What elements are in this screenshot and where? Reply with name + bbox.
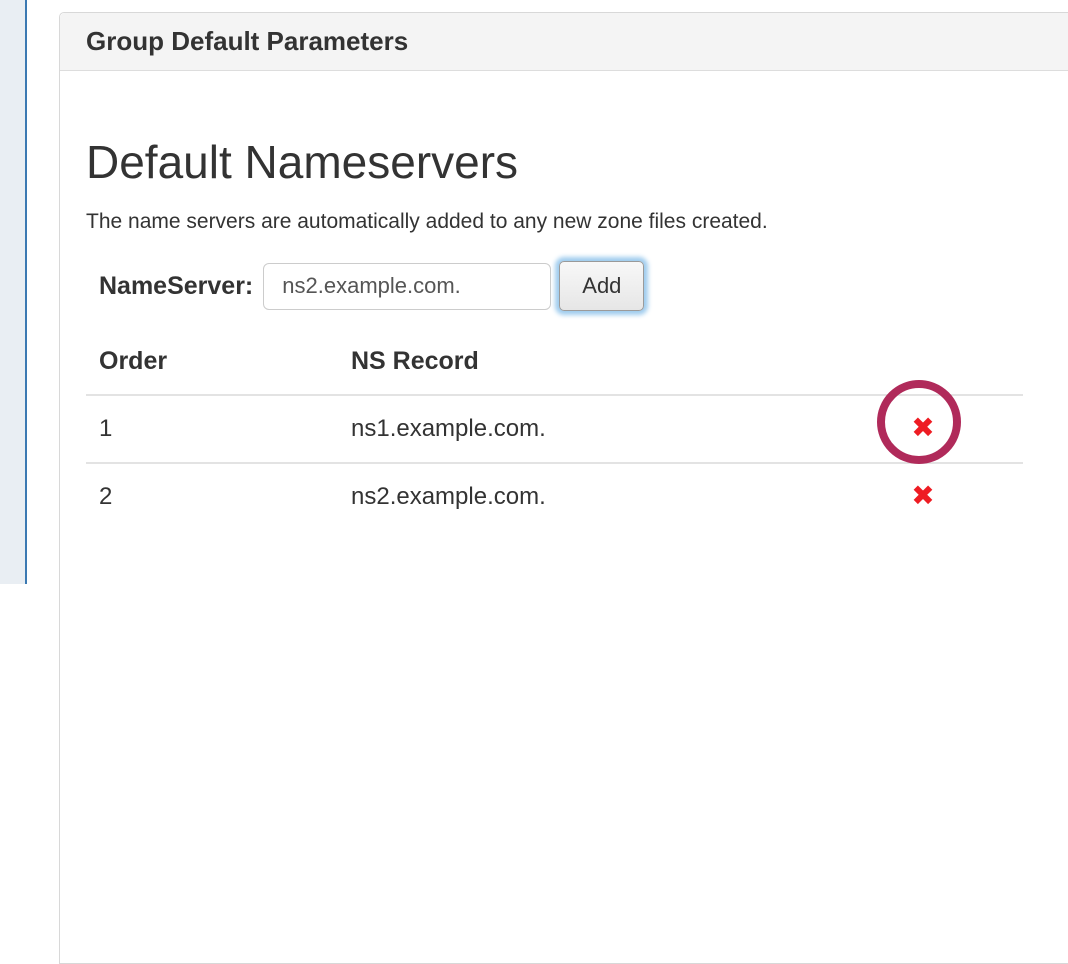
- left-sidebar-strip: [0, 0, 25, 584]
- page-title: Default Nameservers: [86, 136, 1068, 189]
- actions-cell: ✖: [823, 395, 1023, 463]
- panel-body: Default Nameservers The name servers are…: [60, 71, 1068, 555]
- delete-icon[interactable]: ✖: [911, 414, 934, 442]
- actions-column-header: [823, 335, 1023, 395]
- order-cell: 1: [86, 395, 338, 463]
- group-default-parameters-panel: Group Default Parameters Default Nameser…: [59, 12, 1068, 964]
- panel-title: Group Default Parameters: [60, 13, 1068, 71]
- order-column-header: Order: [86, 335, 338, 395]
- nameserver-table: Order NS Record 1ns1.example.com.✖2ns2.e…: [86, 335, 1023, 530]
- table-row: 1ns1.example.com. ✖: [86, 395, 1023, 463]
- section-description: The name servers are automatically added…: [86, 207, 1068, 236]
- nameserver-input[interactable]: [263, 263, 551, 310]
- ns-record-column-header: NS Record: [338, 335, 823, 395]
- nameserver-label: NameServer:: [99, 272, 253, 301]
- table-row: 2ns2.example.com. ✖: [86, 463, 1023, 530]
- table-header-row: Order NS Record: [86, 335, 1023, 395]
- ns-record-cell: ns2.example.com.: [338, 463, 823, 530]
- order-cell: 2: [86, 463, 338, 530]
- ns-record-cell: ns1.example.com.: [338, 395, 823, 463]
- actions-cell: ✖: [823, 463, 1023, 530]
- add-button[interactable]: Add: [559, 261, 644, 311]
- ns-table-body: 1ns1.example.com. ✖ 2ns2.example.com. ✖: [86, 395, 1023, 530]
- left-accent-line: [25, 0, 27, 584]
- delete-icon[interactable]: ✖: [911, 482, 934, 510]
- nameserver-form: NameServer: Add: [86, 261, 1068, 311]
